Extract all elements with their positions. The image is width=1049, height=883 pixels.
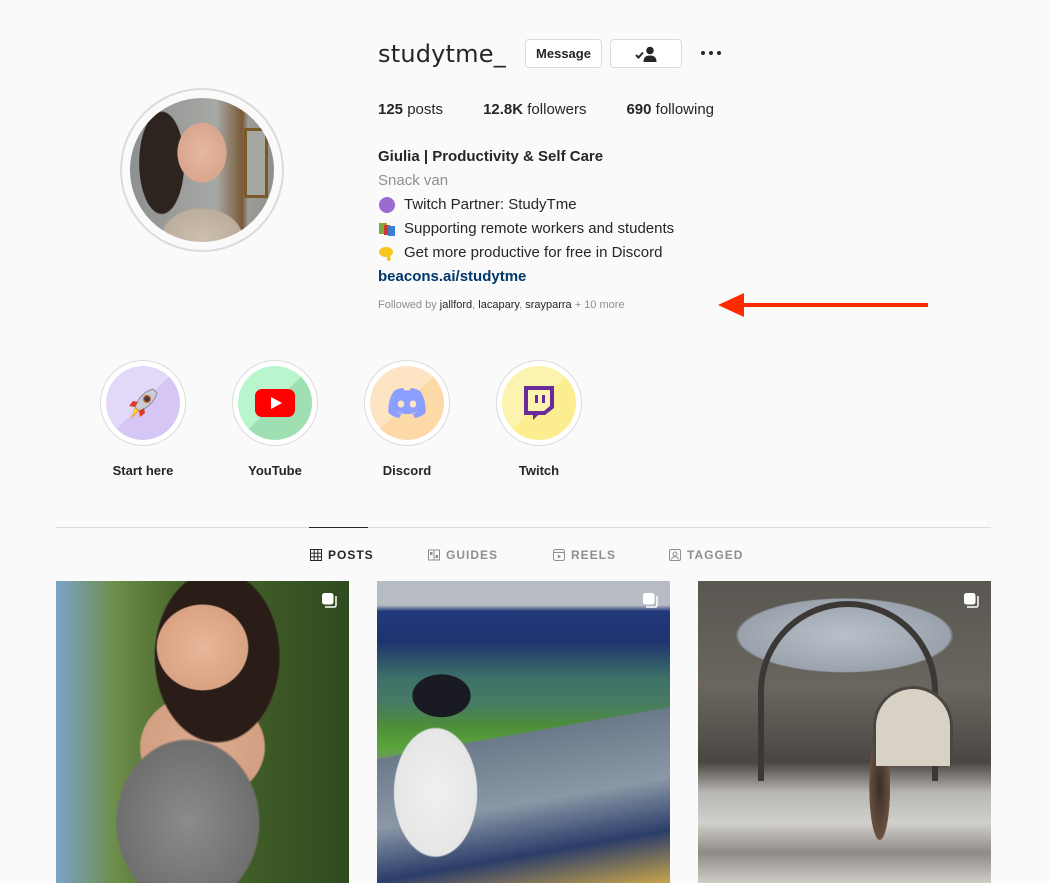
highlight-label: Twitch [518,463,560,478]
tab-reels[interactable]: REELS [553,548,616,562]
post-thumbnail[interactable] [698,581,991,883]
full-name: Giulia | Productivity & Self Care [378,148,604,165]
tab-tagged[interactable]: TAGGED [669,548,743,562]
bio-line: Get more productive for free in Discord [378,241,674,265]
posts-count: 125 [378,101,404,118]
posts-label: posts [407,101,444,118]
followed-by-suffix: + 10 more [571,299,625,311]
highlight-label: YouTube [248,463,302,478]
annotation-arrow [718,293,928,317]
category-label: Snack van [378,172,449,189]
posts-stat: 125 posts [378,101,443,118]
tagged-icon [669,549,681,561]
tab-label: TAGGED [687,548,744,562]
highlight-ring [100,360,186,446]
highlight-label: Start here [112,463,174,478]
purple-circle-icon [378,196,396,214]
bio-line: Twitch Partner: StudyTme [378,193,674,217]
followed-by[interactable]: Followed by jallford, lacapary, srayparr… [378,299,625,311]
active-tab-indicator [309,527,368,528]
bio-line-text: Twitch Partner: StudyTme [404,196,577,213]
gallery-hall [873,686,953,766]
tab-guides[interactable]: GUIDES [428,548,498,562]
reels-icon [553,549,565,561]
followers-count: 12.8K [483,101,524,118]
follower-name[interactable]: lacapary [478,299,519,311]
follower-name[interactable]: jallford [440,299,472,311]
highlight-twitch[interactable]: Twitch [494,360,584,478]
profile-avatar[interactable] [120,88,284,252]
highlight-cover [502,366,576,440]
highlight-cover [370,366,444,440]
more-dot [701,51,705,55]
tabs-divider [56,527,991,528]
bio-line-text: Get more productive for free in Discord [404,244,663,261]
following-stat[interactable]: 690 following [626,101,714,118]
username: studytme_ [378,40,506,68]
message-button[interactable]: Message [525,39,602,68]
followers-stat[interactable]: 12.8K followers [483,101,586,118]
carousel-icon [964,593,979,608]
more-dot [717,51,721,55]
person-check-icon [635,46,657,62]
follower-name[interactable]: srayparra [525,299,571,311]
bio-line-text: Supporting remote workers and students [404,220,675,237]
highlight-cover [238,366,312,440]
bio-line: Supporting remote workers and students [378,217,674,241]
followed-by-prefix: Followed by [378,299,440,311]
post-thumbnail[interactable] [56,581,349,883]
books-icon [378,220,396,238]
discord-icon [388,388,426,418]
guides-icon [428,549,440,561]
profile-stats: 125 posts 12.8K followers 690 following [378,101,754,118]
post-thumbnail[interactable] [377,581,670,883]
highlight-ring [232,360,318,446]
highlight-cover [106,366,180,440]
highlight-discord[interactable]: Discord [362,360,452,478]
more-dot [709,51,713,55]
twitch-icon [524,386,554,420]
profile-bio: Giulia | Productivity & Self Care Snack … [378,145,674,289]
carousel-icon [322,593,337,608]
youtube-icon [255,389,295,417]
highlight-ring [496,360,582,446]
highlight-label: Discord [382,463,432,478]
tab-label: GUIDES [446,548,499,562]
highlight-ring [364,360,450,446]
profile-photo [130,98,274,242]
highlight-youtube[interactable]: YouTube [230,360,320,478]
bio-link[interactable]: beacons.ai/studytme [378,268,526,285]
tab-label: REELS [571,548,617,562]
tab-label: POSTS [328,548,374,562]
grid-icon [310,549,322,561]
picture-frame [244,128,268,198]
tab-posts[interactable]: POSTS [310,548,374,562]
following-count: 690 [626,101,652,118]
highlight-start-here[interactable]: Start here [98,360,188,478]
rocket-icon [129,388,158,419]
followers-label: followers [527,101,587,118]
pointing-down-icon [378,244,396,262]
more-options-button[interactable] [697,43,725,63]
following-button[interactable] [610,39,682,68]
following-label: following [655,101,715,118]
carousel-icon [643,593,658,608]
